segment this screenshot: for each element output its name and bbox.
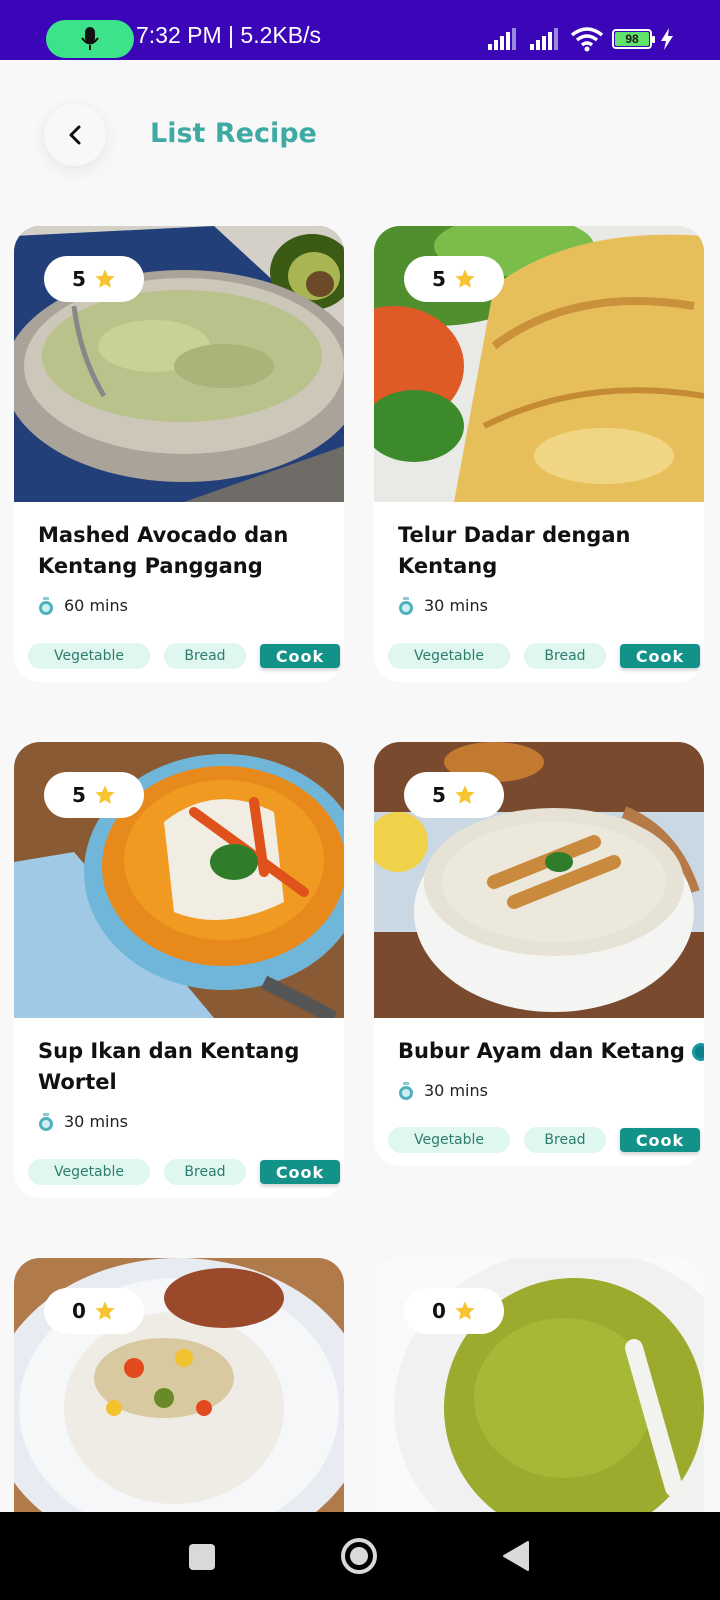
signal-icon [488, 28, 516, 50]
recipe-image: 0 [374, 1258, 704, 1528]
recipe-card[interactable]: 5 Bubur Ayam dan Ketang 30 mins Vegetabl… [374, 742, 704, 1166]
tag-row: Vegetable Bread Cook [28, 1159, 340, 1185]
time-row: 30 mins [398, 596, 680, 615]
star-icon [95, 269, 115, 288]
recipe-title: Mashed Avocado dan [38, 523, 289, 547]
status-bar: 7:32 PM | 5.2KB/s 98 [0, 0, 720, 60]
cook-button[interactable]: Cook [260, 644, 340, 668]
cook-time: 30 mins [424, 1081, 488, 1100]
star-icon [95, 1301, 115, 1320]
recents-icon[interactable] [189, 1544, 215, 1570]
back-icon[interactable] [502, 1540, 530, 1572]
cook-button[interactable]: Cook [620, 644, 700, 668]
star-icon [455, 1301, 475, 1320]
recipe-card[interactable]: 5 Sup Ikan dan Kentang Wortel 30 mins Ve… [14, 742, 344, 1198]
tag-bread[interactable]: Bread [524, 643, 606, 669]
recipe-image: 0 [14, 1258, 344, 1528]
recipe-image: 5 [374, 226, 704, 502]
recipe-card[interactable]: 5 Telur Dadar dengan Kentang 30 mins Veg… [374, 226, 704, 682]
signal-icon [530, 28, 558, 50]
recipe-title: Wortel [38, 1070, 117, 1094]
star-icon [455, 785, 475, 804]
recipe-image: 5 [14, 742, 344, 1018]
cook-time: 30 mins [64, 1112, 128, 1131]
recipe-card[interactable]: 0 [374, 1258, 704, 1528]
battery-level: 98 [615, 32, 649, 46]
battery-icon: 98 [612, 29, 655, 49]
mic-indicator[interactable] [46, 20, 134, 58]
tag-vegetable[interactable]: Vegetable [28, 643, 150, 669]
recipe-image: 5 [14, 226, 344, 502]
cook-time: 60 mins [64, 596, 128, 615]
charging-icon [661, 28, 673, 50]
tag-bread[interactable]: Bread [164, 1159, 246, 1185]
tag-vegetable[interactable]: Vegetable [28, 1159, 150, 1185]
recipe-card[interactable]: 5 Mashed Avocado dan Kentang Panggang 60… [14, 226, 344, 682]
status-time-speed: 7:32 PM | 5.2KB/s [136, 22, 321, 48]
recipe-title: Sup Ikan dan Kentang [38, 1039, 300, 1063]
wifi-icon [570, 27, 604, 52]
timer-icon [399, 596, 413, 615]
recipe-title: Kentang Panggang [38, 554, 263, 578]
tag-vegetable[interactable]: Vegetable [388, 643, 510, 669]
cook-button[interactable]: Cook [260, 1160, 340, 1184]
recipe-image: 5 [374, 742, 704, 1018]
back-button[interactable] [44, 104, 106, 166]
timer-icon [39, 596, 53, 615]
mic-icon [81, 27, 99, 50]
timer-icon [39, 1112, 53, 1131]
chevron-left-icon [69, 125, 81, 145]
time-row: 60 mins [38, 596, 320, 615]
rating-badge: 5 [44, 772, 144, 818]
tag-bread[interactable]: Bread [524, 1127, 606, 1153]
tag-row: Vegetable Bread Cook [388, 1127, 700, 1153]
rating-value: 0 [432, 1299, 446, 1323]
rating-value: 5 [432, 783, 446, 807]
recipe-title-text: Bubur Ayam dan Ketang [398, 1039, 685, 1063]
home-icon[interactable] [340, 1537, 378, 1575]
recipe-title: Bubur Ayam dan Ketang [398, 1036, 704, 1067]
rating-value: 5 [72, 267, 86, 291]
system-nav-bar [0, 1512, 720, 1600]
cook-button[interactable]: Cook [620, 1128, 700, 1152]
tag-vegetable[interactable]: Vegetable [388, 1127, 510, 1153]
verified-icon [691, 1043, 704, 1061]
rating-badge: 5 [44, 256, 144, 302]
rating-badge: 5 [404, 256, 504, 302]
tag-row: Vegetable Bread Cook [388, 643, 700, 669]
rating-value: 0 [72, 1299, 86, 1323]
rating-badge: 5 [404, 772, 504, 818]
star-icon [455, 269, 475, 288]
timer-icon [399, 1081, 413, 1100]
time-row: 30 mins [398, 1081, 680, 1100]
tag-bread[interactable]: Bread [164, 643, 246, 669]
time-row: 30 mins [38, 1112, 320, 1131]
recipe-title: Telur Dadar dengan [398, 523, 631, 547]
rating-badge: 0 [44, 1288, 144, 1334]
tag-row: Vegetable Bread Cook [28, 643, 340, 669]
recipe-card[interactable]: 0 [14, 1258, 344, 1528]
page-title: List Recipe [150, 118, 317, 149]
rating-badge: 0 [404, 1288, 504, 1334]
recipe-title: Kentang [398, 554, 498, 578]
cook-time: 30 mins [424, 596, 488, 615]
rating-value: 5 [432, 267, 446, 291]
rating-value: 5 [72, 783, 86, 807]
star-icon [95, 785, 115, 804]
